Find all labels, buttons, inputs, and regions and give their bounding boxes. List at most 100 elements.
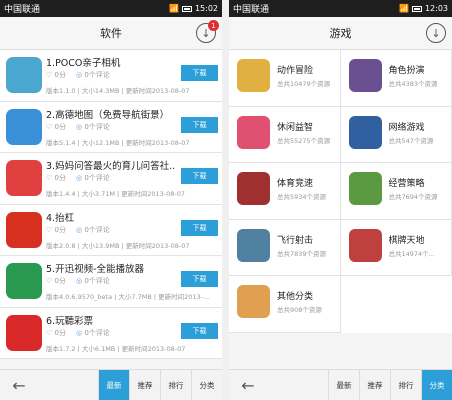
app-row[interactable]: 4.抬杠 ♡ 0分 ◎ 0个评论 版本2.0.8 | 大小13.9MB | 更新时间2… bbox=[0, 204, 222, 256]
category-item[interactable]: 飞行射击总共7839个资源 bbox=[229, 219, 341, 276]
bottom-tab[interactable]: 推荐 bbox=[129, 370, 160, 400]
app-meta: ♡ 0分 ◎ 0个评论 bbox=[46, 328, 110, 338]
category-name: 网络游戏 bbox=[388, 122, 425, 133]
bottom-tab[interactable]: 最新 bbox=[328, 370, 359, 400]
category-icon bbox=[348, 228, 382, 262]
rating: ♡ 0分 bbox=[46, 225, 66, 234]
category-name: 休闲益智 bbox=[277, 122, 314, 133]
app-icon bbox=[6, 57, 42, 93]
comment-icon: ◎ bbox=[75, 328, 83, 337]
back-arrow-icon[interactable]: ← bbox=[233, 376, 263, 395]
app-meta: ♡ 0分 ◎ 0个评论 bbox=[46, 70, 110, 80]
wifi-icon: 📶 bbox=[168, 4, 179, 13]
category-item[interactable]: 休闲益智 总共55275个资源 bbox=[229, 106, 341, 163]
category-item[interactable]: 体育竞速总共5934个资源 bbox=[229, 163, 341, 220]
app-name: 6.玩聽彩票 bbox=[46, 315, 94, 327]
app-row[interactable]: 5.开迅视频-全能播放器 ♡ 0分 ◎ 0个评论 版本4.0.6.9570_beta … bbox=[0, 256, 222, 308]
bottom-tab[interactable]: 分类 bbox=[421, 370, 452, 400]
bottom-tab[interactable]: 排行 bbox=[160, 370, 191, 400]
app-icon bbox=[6, 263, 42, 299]
comments: ◎ 0个评论 bbox=[75, 328, 110, 337]
download-button[interactable]: 下载 bbox=[181, 322, 218, 339]
category-name: 角色扮演 bbox=[388, 66, 425, 76]
download-button[interactable]: 下载 bbox=[181, 65, 218, 81]
carrier-label: 中国联通 bbox=[4, 5, 41, 15]
page-title: 游戏 bbox=[329, 27, 352, 40]
bottom-tab[interactable]: 分类 bbox=[191, 370, 222, 400]
category-name: 动作冒险 bbox=[277, 66, 314, 76]
category-grid: 动作冒险 总共10479个资源 角色扮演 总共4383个资源 休闲益智 总共55275个资… bbox=[229, 50, 452, 333]
comment-icon: ◎ bbox=[75, 174, 83, 182]
category-icon bbox=[348, 115, 382, 149]
category-item[interactable]: 其他分类 总共908个资源 bbox=[229, 276, 341, 333]
heart-icon: ♡ bbox=[46, 225, 53, 234]
category-icon bbox=[237, 285, 270, 318]
category-count: 总共7839个资源 bbox=[277, 249, 327, 258]
comment-icon: ◎ bbox=[75, 122, 83, 131]
category-icon bbox=[348, 172, 382, 205]
rating: ♡ 0分 bbox=[46, 328, 66, 337]
bottom-bar: ← 最新 推荐 排行 分类 bbox=[0, 369, 222, 400]
category-item[interactable]: 动作冒险总共10479个资源 bbox=[229, 50, 341, 107]
status-bar: 中国联通 📶 15:02 bbox=[0, 0, 222, 17]
category-item[interactable]: 棋牌天地 总共14974个... bbox=[340, 219, 452, 276]
back-arrow-icon[interactable]: ← bbox=[4, 376, 34, 395]
app-meta: ♡ 0分 ◎ 0个评论 bbox=[46, 122, 110, 132]
category-name: 体育竞速 bbox=[277, 179, 314, 189]
app-row[interactable]: 6.玩聽彩票 ♡ 0分 ◎ 0个评论 版本1.7.2 | 大小6.1MB | 更新时间… bbox=[0, 307, 222, 359]
comment-icon: ◎ bbox=[75, 277, 83, 285]
download-button[interactable]: 下载 bbox=[181, 219, 218, 236]
app-meta: ♡ 0分 ◎ 0个评论 bbox=[46, 276, 110, 286]
app-info: 版本4.0.6.9570_beta | 大小7.7MB | 更新时间2013-.… bbox=[46, 293, 210, 301]
clock-label: 12:03 bbox=[424, 4, 448, 13]
category-name: 飞行射击 bbox=[277, 235, 314, 246]
heart-icon: ♡ bbox=[46, 174, 53, 182]
app-name: 1.POCO亲子相机 bbox=[46, 58, 121, 69]
app-info: 版本1.4.4 | 大小3.71M | 更新时间2013-08-07 bbox=[46, 190, 186, 198]
battery-icon bbox=[181, 5, 192, 12]
download-manager-button[interactable]: ↓ 1 bbox=[196, 20, 219, 43]
battery-icon bbox=[411, 5, 422, 12]
comment-icon: ◎ bbox=[75, 225, 83, 234]
bottom-tab[interactable]: 排行 bbox=[390, 370, 421, 400]
bottom-tab[interactable]: 最新 bbox=[98, 370, 129, 400]
category-name: 经营策略 bbox=[388, 179, 425, 189]
title-bar: 游戏 ↓ bbox=[229, 17, 452, 50]
bottom-tabs: 最新 推荐 排行 分类 bbox=[328, 370, 452, 400]
comments: ◎ 0个评论 bbox=[75, 122, 110, 131]
category-icon bbox=[237, 115, 270, 149]
comments: ◎ 0个评论 bbox=[75, 225, 110, 234]
app-meta: ♡ 0分 ◎ 0个评论 bbox=[46, 173, 110, 183]
category-item[interactable]: 经营策略 总共7694个资源 bbox=[340, 163, 452, 220]
download-button[interactable]: 下载 bbox=[181, 271, 218, 287]
comments: ◎ 0个评论 bbox=[75, 277, 110, 285]
app-icon bbox=[6, 314, 42, 351]
app-name: 3.妈妈问答最火的育儿问答社... bbox=[46, 161, 176, 172]
bottom-tab[interactable]: 推荐 bbox=[359, 370, 390, 400]
category-count: 总共10479个资源 bbox=[277, 80, 331, 88]
category-icon bbox=[237, 172, 270, 205]
app-icon bbox=[6, 211, 42, 248]
comments: ◎ 0个评论 bbox=[75, 71, 110, 79]
rating: ♡ 0分 bbox=[46, 71, 66, 79]
category-count: 总共908个资源 bbox=[277, 306, 322, 314]
category-icon bbox=[348, 59, 382, 92]
app-info: 版本1.1.0 | 大小14.3MB | 更新时间2013-08-07 bbox=[46, 87, 190, 95]
category-item[interactable]: 角色扮演 总共4383个资源 bbox=[340, 50, 452, 107]
app-row[interactable]: 1.POCO亲子相机 ♡ 0分 ◎ 0个评论版本1.1.0 | 大小14.3MB |… bbox=[0, 50, 222, 102]
clock-label: 15:02 bbox=[194, 4, 218, 13]
download-manager-button[interactable]: ↓ bbox=[426, 23, 446, 43]
category-icon bbox=[237, 59, 270, 92]
app-row[interactable]: 3.妈妈问答最火的育儿问答社... ♡ 0分 ◎ 0个评论 版本1.4.4 | 大小3… bbox=[0, 153, 222, 205]
category-item[interactable]: 网络游戏 总共547个资源 bbox=[340, 106, 452, 163]
comment-icon: ◎ bbox=[75, 71, 83, 79]
download-button[interactable]: 下载 bbox=[181, 168, 218, 184]
download-button[interactable]: 下载 bbox=[181, 116, 218, 133]
notification-badge: 1 bbox=[208, 20, 219, 31]
rating: ♡ 0分 bbox=[46, 122, 66, 131]
app-row[interactable]: 2.高德地图（免费导航街景） ♡ 0分 ◎ 0个评论 版本5.1.4 | 大小12.1… bbox=[0, 101, 222, 153]
category-count: 总共5934个资源 bbox=[277, 193, 327, 201]
rating: ♡ 0分 bbox=[46, 174, 66, 182]
rating: ♡ 0分 bbox=[46, 277, 66, 285]
download-arrow-icon: ↓ bbox=[431, 26, 441, 40]
